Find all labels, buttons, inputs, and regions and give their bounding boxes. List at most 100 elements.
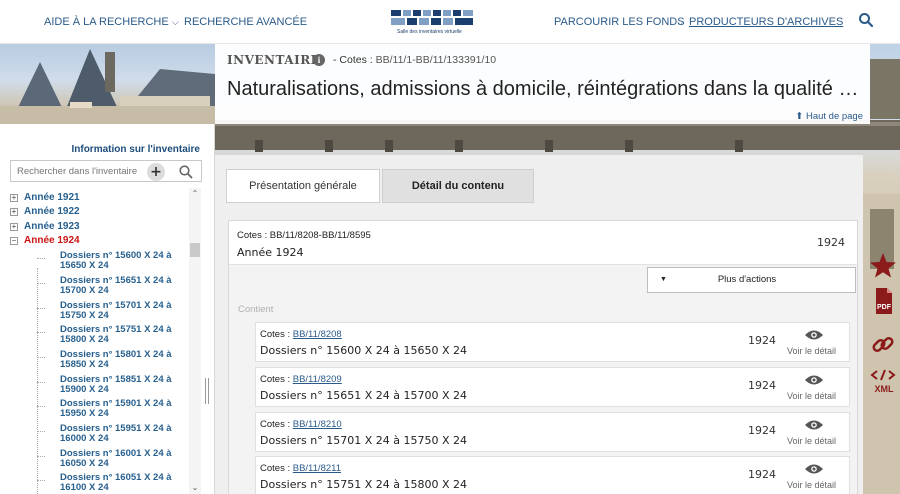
scroll-down-icon[interactable]: ⌄: [189, 482, 201, 494]
header-cotes-value: BB/11/1-BB/11/133391/10: [375, 54, 497, 66]
header-cotes: - Cotes : BB/11/1-BB/11/133391/10: [333, 54, 496, 66]
tree-child-item[interactable]: Dossiers n° 15651 X 24 à 15700 X 24: [60, 276, 185, 296]
more-actions-label: Plus d'actions: [717, 274, 777, 285]
tree-child-item[interactable]: Dossiers n° 16001 X 24 à 16050 X 24: [60, 449, 185, 469]
logo-mark: [391, 10, 473, 25]
tree-tick: [37, 357, 45, 358]
tab-presentation-generale[interactable]: Présentation générale: [226, 169, 380, 203]
child-year: 1924: [748, 334, 776, 347]
caret-down-icon: ▼: [660, 276, 667, 283]
chevron-down-icon: ⌵: [172, 17, 179, 27]
svg-text:PDF: PDF: [877, 304, 892, 311]
child-cotes-label: Cotes :: [260, 329, 291, 340]
site-logo[interactable]: Salle des inventaires virtuelle: [391, 8, 477, 36]
link-icon[interactable]: [866, 330, 900, 360]
expand-icon[interactable]: +: [10, 208, 18, 216]
inventory-info-link[interactable]: Information sur l'inventaire: [71, 144, 200, 155]
list-item: Cotes : BB/11/8211 Dossiers n° 15751 X 2…: [255, 456, 850, 494]
eye-icon[interactable]: [804, 463, 824, 475]
tree-year-1923[interactable]: + Année 1923: [10, 221, 80, 232]
detail-content: Cotes : BB/11/8208-BB/11/8595 Année 1924…: [228, 220, 858, 494]
record-cotes: Cotes : BB/11/8208-BB/11/8595: [237, 230, 371, 241]
tree-child-item[interactable]: Dossiers n° 15851 X 24 à 15900 X 24: [60, 375, 185, 395]
child-year: 1924: [748, 468, 776, 481]
content-panel: Présentation générale Détail du contenu …: [215, 155, 863, 494]
nav-producteurs-label: PRODUCTEURS D'ARCHIVES: [689, 16, 844, 28]
inventory-search-box: +: [10, 160, 202, 182]
list-item: Cotes : BB/11/8209 Dossiers n° 15651 X 2…: [255, 367, 850, 407]
child-title: Dossiers n° 15751 X 24 à 15800 X 24: [260, 478, 467, 491]
tree-child-item[interactable]: Dossiers n° 15701 X 24 à 15750 X 24: [60, 301, 185, 321]
tree-year-label: Année 1922: [24, 206, 80, 217]
tree-child-item[interactable]: Dossiers n° 15600 X 24 à 15650 X 24: [60, 251, 185, 271]
inventory-header: INVENTAIRE i - Cotes : BB/11/1-BB/11/133…: [215, 44, 870, 124]
plus-icon[interactable]: +: [147, 163, 165, 181]
tree-child-item[interactable]: Dossiers n° 15951 X 24 à 16000 X 24: [60, 424, 185, 444]
search-icon[interactable]: [177, 163, 195, 181]
info-icon[interactable]: i: [313, 54, 325, 66]
tree-year-1924-active[interactable]: − Année 1924: [10, 235, 80, 246]
expand-icon[interactable]: +: [10, 223, 18, 231]
inventory-label: INVENTAIRE: [227, 53, 321, 67]
tree-tick: [37, 283, 45, 284]
child-cote-link[interactable]: BB/11/8208: [293, 329, 342, 340]
inventory-search-input[interactable]: [11, 161, 141, 181]
child-cotes-label: Cotes :: [260, 419, 291, 430]
back-to-top-link[interactable]: ⬆ Haut de page: [795, 111, 863, 122]
voir-detail-link[interactable]: Voir le détail: [787, 436, 836, 446]
header-cotes-prefix: - Cotes :: [333, 54, 373, 66]
tree-tick: [37, 480, 45, 481]
child-cotes: Cotes : BB/11/8209: [260, 374, 342, 385]
tree-scrollbar[interactable]: ⌃ ⌄: [189, 188, 201, 494]
xml-label[interactable]: XML: [870, 384, 898, 394]
voir-detail-link[interactable]: Voir le détail: [787, 391, 836, 401]
nav-recherche-avancee[interactable]: ⌵ RECHERCHE AVANCÉE: [172, 16, 307, 28]
child-title: Dossiers n° 15651 X 24 à 15700 X 24: [260, 389, 467, 402]
child-cote-link[interactable]: BB/11/8209: [293, 374, 342, 385]
voir-detail-link[interactable]: Voir le détail: [787, 480, 836, 490]
child-cote-link[interactable]: BB/11/8211: [293, 463, 341, 474]
star-icon[interactable]: [866, 250, 900, 280]
eye-icon[interactable]: [804, 374, 824, 386]
pdf-icon[interactable]: PDF: [866, 286, 900, 316]
tree-tick: [37, 431, 45, 432]
inventory-tree: + Année 1921 + Année 1922 + Année 1923 − Ann…: [10, 188, 190, 494]
tree-child-item[interactable]: Dossiers n° 16051 X 24 à 16100 X 24: [60, 473, 185, 493]
child-year: 1924: [748, 424, 776, 437]
xml-icon[interactable]: [866, 368, 900, 382]
nav-aide-recherche[interactable]: AIDE À LA RECHERCHE: [44, 16, 169, 28]
list-item: Cotes : BB/11/8210 Dossiers n° 15701 X 2…: [255, 412, 850, 452]
tree-year-1922[interactable]: + Année 1922: [10, 206, 80, 217]
scroll-up-icon[interactable]: ⌃: [189, 188, 201, 200]
eye-icon[interactable]: [804, 329, 824, 341]
tree-child-item[interactable]: Dossiers n° 15801 X 24 à 15850 X 24: [60, 350, 185, 370]
record-header: Cotes : BB/11/8208-BB/11/8595 Année 1924…: [229, 221, 857, 265]
tree-tick: [37, 308, 45, 309]
tree-year-1921[interactable]: + Année 1921: [10, 192, 80, 203]
more-actions-dropdown[interactable]: ▼ Plus d'actions: [647, 267, 856, 293]
nav-parcourir-fonds[interactable]: PARCOURIR LES FONDS: [554, 16, 685, 28]
list-item: Cotes : BB/11/8208 Dossiers n° 15600 X 2…: [255, 322, 850, 362]
tree-tick: [37, 456, 45, 457]
sidebar-resize-handle[interactable]: [205, 378, 209, 404]
expand-icon[interactable]: +: [10, 194, 18, 202]
page-title: Naturalisations, admissions à domicile, …: [227, 78, 867, 100]
record-title: Année 1924: [237, 246, 304, 259]
nav-recherche-avancee-label: RECHERCHE AVANCÉE: [184, 16, 308, 28]
eye-icon[interactable]: [804, 419, 824, 431]
child-cotes: Cotes : BB/11/8211: [260, 463, 341, 474]
tree-child-item[interactable]: Dossiers n° 15901 X 24 à 15950 X 24: [60, 399, 185, 419]
voir-detail-link[interactable]: Voir le détail: [787, 346, 836, 356]
tab-detail-contenu[interactable]: Détail du contenu: [382, 169, 534, 203]
scroll-thumb[interactable]: [190, 243, 200, 257]
tree-child-item[interactable]: Dossiers n° 15751 X 24 à 15800 X 24: [60, 325, 185, 345]
child-cote-link[interactable]: BB/11/8210: [293, 419, 342, 430]
top-navigation: AIDE À LA RECHERCHE ⌵ RECHERCHE AVANCÉE S…: [0, 0, 900, 44]
logo-subtitle: Salle des inventaires virtuelle: [397, 29, 462, 35]
collapse-icon[interactable]: −: [10, 237, 18, 245]
child-cotes: Cotes : BB/11/8210: [260, 419, 342, 430]
search-icon[interactable]: [858, 12, 874, 30]
record-year: 1924: [817, 236, 845, 249]
child-cotes-label: Cotes :: [260, 374, 291, 385]
nav-producteurs-archives[interactable]: ⌵ PRODUCTEURS D'ARCHIVES: [677, 16, 843, 28]
